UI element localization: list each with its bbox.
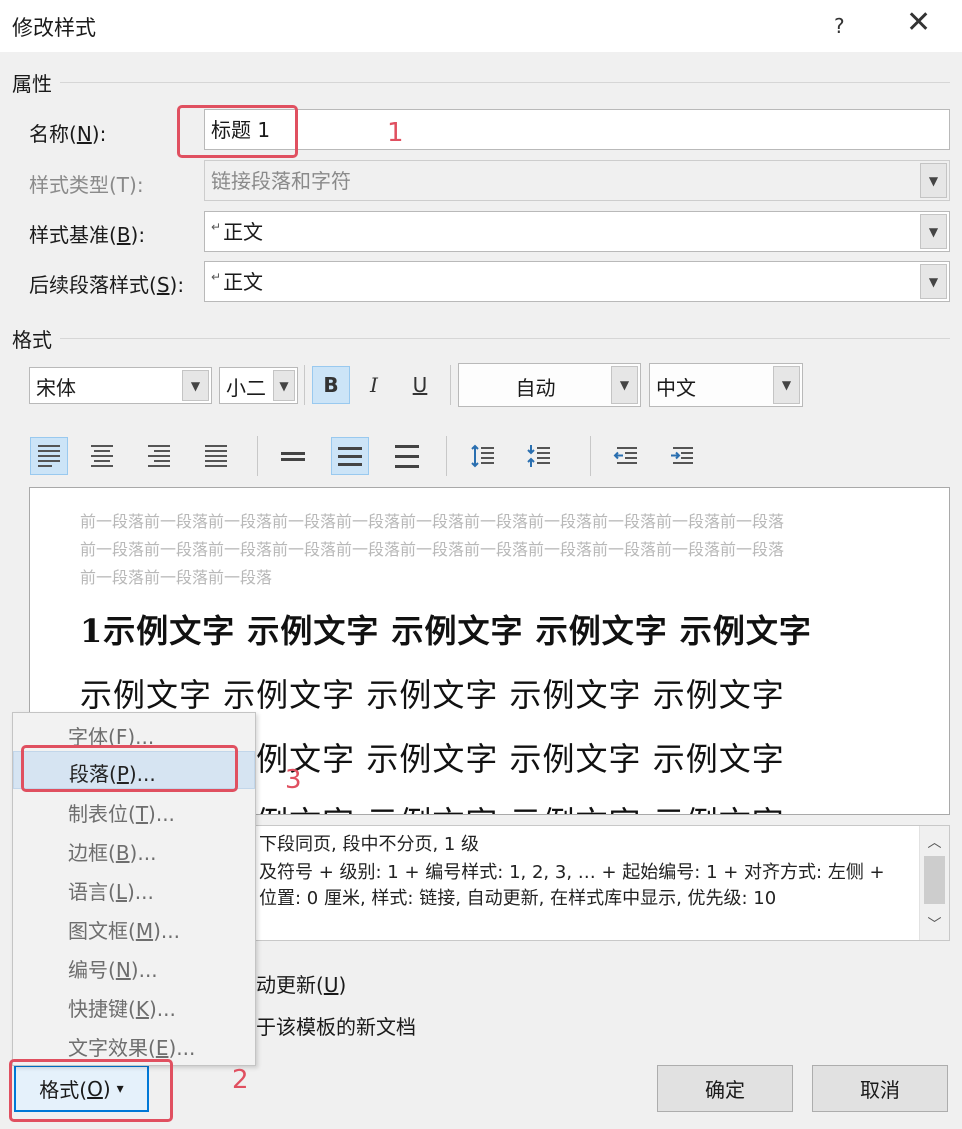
name-input[interactable]: 标题 1 — [204, 109, 950, 150]
increase-indent-icon — [671, 447, 693, 464]
font-color-select[interactable]: 自动 ▼ — [458, 363, 641, 407]
based-on-value: 正文 — [223, 220, 264, 244]
next-style-value: 正文 — [223, 270, 264, 294]
increase-paragraph-spacing-icon — [471, 444, 494, 468]
template-documents-option-label[interactable]: 于该模板的新文档 — [256, 1011, 416, 1040]
scroll-down-icon[interactable]: ﹀ — [920, 914, 949, 934]
auto-update-checkbox-label[interactable]: 动更新(U) — [256, 969, 346, 998]
toolbar-separator — [450, 365, 451, 405]
menu-item-numbering[interactable]: 编号(N)... — [13, 948, 255, 986]
menu-item-tabs[interactable]: 制表位(T)... — [13, 792, 255, 830]
chevron-down-icon: ▼ — [920, 163, 947, 198]
bold-button[interactable]: B — [312, 366, 350, 404]
based-on-label: 样式基准(B): — [29, 223, 146, 247]
font-color-value: 自动 — [515, 376, 556, 400]
decrease-spacing-button[interactable] — [520, 437, 558, 475]
properties-divider — [60, 82, 950, 83]
script-value: 中文 — [656, 376, 696, 400]
name-label: 名称(N): — [29, 122, 107, 146]
align-left-button[interactable] — [30, 437, 68, 475]
chevron-down-icon[interactable]: ▼ — [273, 370, 295, 401]
font-value: 宋体 — [36, 376, 76, 400]
sample-text-line: 1示例文字 示例文字 示例文字 示例文字 示例文字 — [80, 612, 812, 650]
annotation-highlight-format — [9, 1059, 173, 1122]
italic-button[interactable]: I — [355, 366, 393, 404]
double-spacing-icon — [395, 444, 419, 468]
annotation-step-3: 3 — [285, 765, 302, 795]
previous-paragraph-line: 前一段落前一段落前一段落 — [80, 568, 273, 587]
properties-section-title: 属性 — [12, 72, 52, 96]
increase-indent-button[interactable] — [663, 437, 701, 475]
underline-button[interactable]: U — [401, 366, 439, 404]
description-line: 位置: 0 厘米, 样式: 链接, 自动更新, 在样式库中显示, 优先级: 10 — [259, 888, 777, 909]
ok-button[interactable]: 确定 — [657, 1065, 793, 1112]
style-type-label: 样式类型(T): — [29, 173, 144, 197]
align-center-icon — [91, 445, 113, 467]
scroll-up-icon[interactable]: ︿ — [920, 832, 949, 852]
annotation-step-1: 1 — [387, 118, 404, 148]
one-half-spacing-button[interactable] — [331, 437, 369, 475]
menu-item-language[interactable]: 语言(L)... — [13, 870, 255, 908]
align-right-icon — [148, 445, 170, 467]
increase-spacing-button[interactable] — [464, 437, 502, 475]
menu-item-shortcut-key[interactable]: 快捷键(K)... — [13, 987, 255, 1025]
annotation-step-2: 2 — [232, 1065, 249, 1095]
help-icon[interactable]: ? — [834, 14, 845, 38]
description-scrollbar[interactable]: ︿ ﹀ — [919, 826, 949, 940]
next-style-select[interactable]: ↵ 正文 ▼ — [204, 261, 950, 302]
dialog-title: 修改样式 — [12, 16, 96, 40]
previous-paragraph-line: 前一段落前一段落前一段落前一段落前一段落前一段落前一段落前一段落前一段落前一段落… — [80, 540, 785, 559]
format-divider — [60, 338, 950, 339]
chevron-down-icon[interactable]: ▼ — [611, 366, 638, 404]
chevron-down-icon[interactable]: ▼ — [182, 370, 209, 401]
align-left-icon — [38, 445, 60, 467]
title-bar: 修改样式 ? ✕ — [0, 0, 962, 52]
font-size-select[interactable]: 小二 ▼ — [219, 367, 298, 404]
decrease-indent-icon — [613, 447, 637, 464]
single-spacing-button[interactable] — [274, 437, 312, 475]
chevron-down-icon[interactable]: ▼ — [773, 366, 800, 404]
description-line: 下段同页, 段中不分页, 1 级 — [259, 834, 480, 855]
align-right-button[interactable] — [140, 437, 178, 475]
font-select[interactable]: 宋体 ▼ — [29, 367, 212, 404]
decrease-paragraph-spacing-icon — [527, 445, 550, 467]
previous-paragraph-line: 前一段落前一段落前一段落前一段落前一段落前一段落前一段落前一段落前一段落前一段落… — [80, 512, 785, 531]
next-style-label: 后续段落样式(S): — [29, 273, 185, 297]
menu-item-border[interactable]: 边框(B)... — [13, 831, 255, 869]
toolbar-separator — [446, 436, 447, 476]
chevron-down-icon[interactable]: ▼ — [920, 264, 947, 299]
toolbar-separator — [304, 365, 305, 405]
decrease-indent-button[interactable] — [607, 437, 645, 475]
annotation-highlight-paragraph — [21, 745, 238, 792]
cancel-button[interactable]: 取消 — [812, 1065, 948, 1112]
annotation-highlight-name — [177, 105, 298, 158]
one-half-spacing-icon — [338, 446, 362, 466]
description-line: 及符号 + 级别: 1 + 编号样式: 1, 2, 3, … + 起始编号: 1… — [259, 862, 885, 883]
format-section-title: 格式 — [12, 328, 52, 352]
double-spacing-button[interactable] — [388, 437, 426, 475]
justify-icon — [205, 445, 227, 467]
paragraph-mark-icon: ↵ — [211, 220, 222, 235]
align-center-button[interactable] — [83, 437, 121, 475]
paragraph-mark-icon: ↵ — [211, 270, 222, 285]
close-icon[interactable]: ✕ — [906, 8, 931, 38]
toolbar-separator — [590, 436, 591, 476]
script-select[interactable]: 中文 ▼ — [649, 363, 803, 407]
menu-item-frame[interactable]: 图文框(M)... — [13, 909, 255, 947]
single-spacing-icon — [281, 451, 305, 461]
chevron-down-icon[interactable]: ▼ — [920, 214, 947, 249]
style-type-select: 链接段落和字符 ▼ — [204, 160, 950, 201]
toolbar-separator — [257, 436, 258, 476]
sample-text-line: 示例文字 示例文字 示例文字 示例文字 示例文字 — [80, 676, 785, 714]
scrollbar-thumb[interactable] — [924, 856, 945, 904]
justify-button[interactable] — [197, 437, 235, 475]
font-size-value: 小二 — [226, 376, 266, 400]
based-on-select[interactable]: ↵ 正文 ▼ — [204, 211, 950, 252]
style-type-value: 链接段落和字符 — [211, 169, 351, 193]
